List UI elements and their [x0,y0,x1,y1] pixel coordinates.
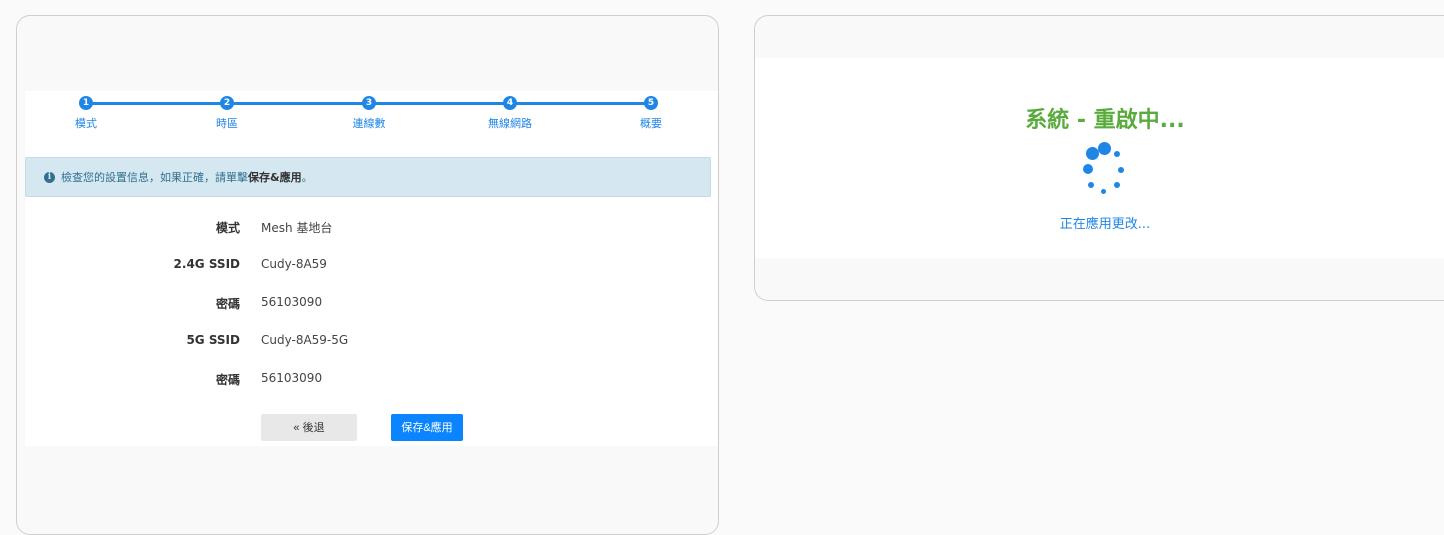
step-summary[interactable]: 5 概要 [611,96,691,131]
summary-label: 5G SSID [186,333,240,347]
step-number: 2 [220,96,234,110]
summary-value: 56103090 [261,371,323,385]
info-alert: i 檢查您的設置信息，如果正確，請單擊 保存&應用。 [25,157,711,197]
alert-text: 檢查您的設置信息，如果正確，請單擊 [61,171,248,184]
step-label: 模式 [75,117,97,130]
step-label: 時區 [216,117,238,130]
step-label: 連線數 [352,117,386,130]
summary-value: Cudy-8A59-5G [261,333,349,347]
loading-spinner-icon [1079,142,1129,202]
summary-value: Mesh 基地台 [261,221,333,235]
reboot-panel: 系統 - 重啟中... 正在應用更改... [754,15,1444,301]
summary-row-mode: 模式 Mesh 基地台 [17,219,718,239]
info-icon: i [44,171,55,183]
step-label: 概要 [640,117,662,130]
summary-row-password-5g: 密碼 56103090 [17,371,718,391]
summary-label: 模式 [215,221,240,235]
step-mode[interactable]: 1 模式 [46,96,126,131]
step-label: 無線網路 [488,117,532,130]
summary-value: 56103090 [261,295,323,309]
step-wireless[interactable]: 4 無線網路 [470,96,550,131]
step-number: 3 [362,96,376,110]
reboot-status-text: 正在應用更改... [1059,217,1151,232]
alert-suffix: 。 [301,171,313,184]
step-timezone[interactable]: 2 時區 [187,96,267,131]
summary-label: 密碼 [215,297,240,311]
summary-value: Cudy-8A59 [261,257,327,271]
alert-strong-text: 保存&應用 [248,171,302,184]
summary-label: 2.4G SSID [173,257,240,271]
summary-row-ssid-24g: 2.4G SSID Cudy-8A59 [17,257,718,277]
reboot-title: 系統 - 重啟中... [1025,108,1185,133]
back-button[interactable]: « 後退 [261,414,357,441]
summary-row-password-24g: 密碼 56103090 [17,295,718,315]
step-number: 4 [503,96,517,110]
step-number: 5 [644,96,658,110]
setup-wizard-panel: 1 模式 2 時區 3 連線數 4 無線網路 5 概要 i 檢查您的設置信息，如… [16,15,719,535]
step-connection[interactable]: 3 連線數 [329,96,409,131]
summary-label: 密碼 [215,373,240,387]
save-apply-button[interactable]: 保存&應用 [391,414,463,441]
step-number: 1 [79,96,93,110]
summary-row-ssid-5g: 5G SSID Cudy-8A59-5G [17,333,718,353]
